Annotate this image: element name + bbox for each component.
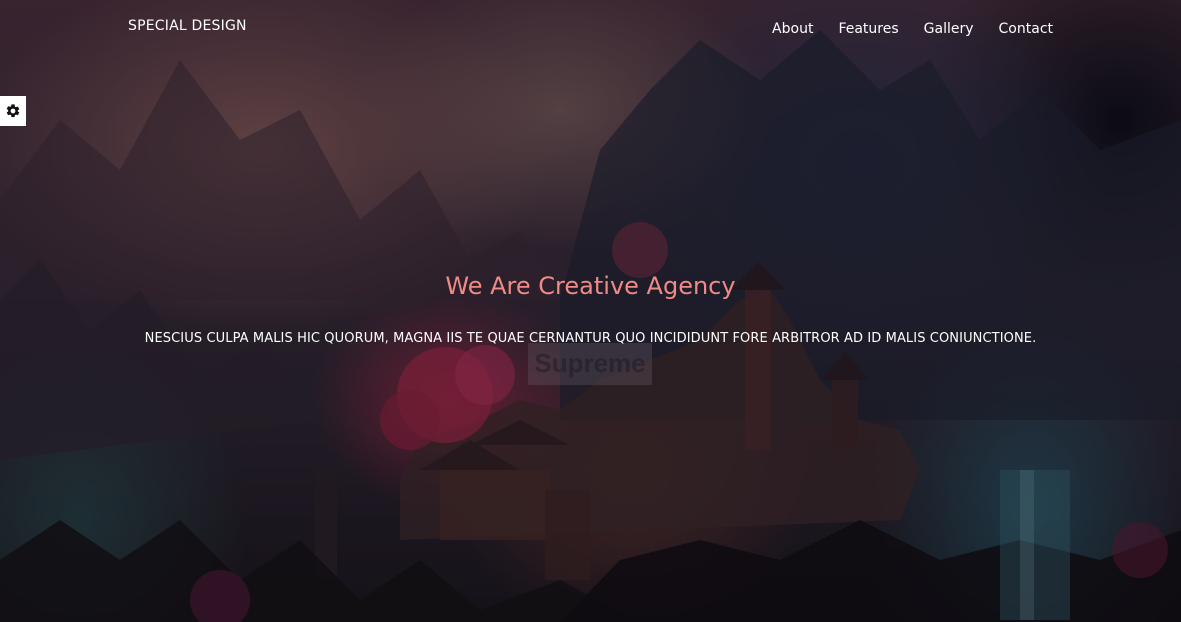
nav-link-features[interactable]: Features xyxy=(838,21,898,37)
navbar: SPECIAL DESIGN About Features Gallery Co… xyxy=(0,0,1181,56)
hero-section: Supreme SPECIAL DESIGN About Features Ga… xyxy=(0,0,1181,622)
nav-link-contact[interactable]: Contact xyxy=(999,21,1053,37)
settings-toggle-button[interactable] xyxy=(0,96,26,126)
nav-item-gallery: Gallery xyxy=(924,18,974,37)
nav-link-gallery[interactable]: Gallery xyxy=(924,21,974,37)
hero-overlay xyxy=(0,0,1181,622)
hero-title: We Are Creative Agency xyxy=(445,272,736,300)
nav-item-about: About xyxy=(772,18,813,37)
brand-logo-link[interactable]: SPECIAL DESIGN xyxy=(128,18,247,34)
nav-link-about[interactable]: About xyxy=(772,21,813,37)
hero-subtitle: NESCIUS CULPA MALIS HIC QUORUM, MAGNA II… xyxy=(144,331,1037,346)
nav-item-contact: Contact xyxy=(999,18,1053,37)
gear-icon xyxy=(6,104,20,118)
nav-item-features: Features xyxy=(838,18,898,37)
nav-links: About Features Gallery Contact xyxy=(772,18,1053,37)
